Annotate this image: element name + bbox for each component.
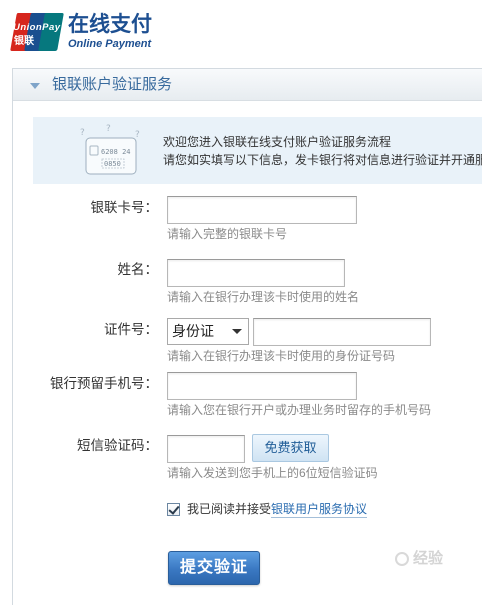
verification-panel: 银联账户验证服务 ? ? ? 6208 24 0850 欢迎您进入银联在线支付账… bbox=[12, 68, 482, 605]
unionpay-logo: UnionPay 银联 bbox=[10, 13, 64, 51]
card-number-hint: 请输入完整的银联卡号 bbox=[167, 227, 288, 241]
id-type-select[interactable]: 身份证 bbox=[167, 318, 249, 345]
verification-form: 银联卡号： 请输入完整的银联卡号 姓名： 请输入在银行办理该卡时使用的姓名 证件… bbox=[13, 69, 482, 605]
card-number-input[interactable] bbox=[167, 196, 357, 224]
id-type-value: 身份证 bbox=[172, 323, 214, 339]
sms-code-input[interactable] bbox=[167, 435, 245, 463]
sms-code-hint: 请输入发送到您手机上的6位短信验证码 bbox=[167, 466, 378, 480]
watermark-logo-icon bbox=[395, 552, 409, 566]
agreement-checkbox[interactable] bbox=[167, 503, 180, 516]
agreement-line: 我已阅读并接受银联用户服务协议 bbox=[187, 501, 368, 519]
brand-title: 在线支付 bbox=[68, 13, 152, 36]
phone-hint: 请输入您在银行开户或办理业务时留存的手机号码 bbox=[167, 403, 432, 417]
get-sms-code-button[interactable]: 免费获取 bbox=[252, 434, 329, 462]
id-number-hint: 请输入在银行办理该卡时使用的身份证号码 bbox=[167, 349, 396, 363]
phone-label: 银行预留手机号： bbox=[50, 376, 158, 391]
agreement-link[interactable]: 银联用户服务协议 bbox=[271, 502, 368, 518]
brand-subtitle: Online Payment bbox=[68, 38, 152, 50]
card-number-label: 银联卡号： bbox=[90, 200, 159, 215]
name-input[interactable] bbox=[167, 259, 345, 287]
name-label: 姓名： bbox=[117, 262, 159, 277]
agreement-text: 我已阅读并接受 bbox=[187, 502, 272, 516]
name-hint: 请输入在银行办理该卡时使用的姓名 bbox=[167, 290, 360, 304]
sms-code-label: 短信验证码： bbox=[77, 438, 158, 453]
id-number-label: 证件号： bbox=[104, 322, 158, 337]
id-number-input[interactable] bbox=[253, 318, 431, 346]
watermark-text: 经验 bbox=[413, 550, 444, 567]
logo-text-en: UnionPay bbox=[13, 22, 61, 33]
submit-verification-button[interactable]: 提交验证 bbox=[168, 551, 260, 585]
caret-down-icon bbox=[232, 329, 242, 334]
watermark: 经验 bbox=[395, 549, 443, 569]
phone-input[interactable] bbox=[167, 372, 357, 400]
logo-text-cn: 银联 bbox=[14, 34, 34, 47]
